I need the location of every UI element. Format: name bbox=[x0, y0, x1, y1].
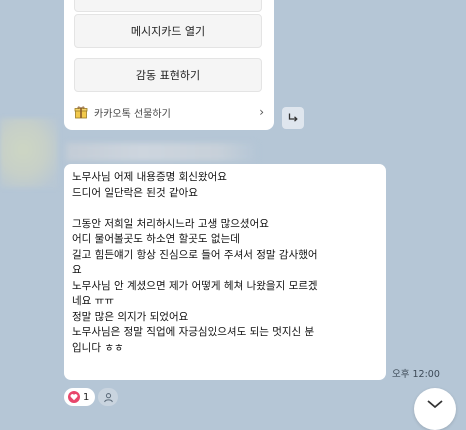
open-message-card-button[interactable]: 메시지카드 열기 bbox=[74, 14, 262, 48]
message-line: 어디 물어볼곳도 하소연 할곳도 없는데 bbox=[72, 233, 240, 245]
message-line: 노무사님은 정말 직업에 자긍심있으셔도 되는 멋지신 분 bbox=[72, 326, 315, 338]
share-button[interactable] bbox=[282, 107, 304, 129]
message-line: 요 bbox=[72, 264, 82, 276]
express-thanks-button[interactable]: 감동 표현하기 bbox=[74, 58, 262, 92]
scroll-to-bottom-button[interactable] bbox=[414, 388, 456, 430]
sender-name-blurred bbox=[66, 143, 256, 161]
kakao-gift-link[interactable]: 카카오톡 선물하기 › bbox=[74, 102, 264, 122]
share-arrow-icon bbox=[288, 113, 298, 122]
sender-avatar[interactable] bbox=[0, 118, 58, 188]
express-thanks-label: 감동 표현하기 bbox=[135, 69, 201, 82]
message-line: 노무사님 안 계셨으면 제가 어떻게 헤쳐 나왔을지 모르겠 bbox=[72, 279, 318, 292]
add-reaction-button[interactable] bbox=[98, 388, 118, 406]
message-line: 입니다 ㅎㅎ bbox=[72, 341, 124, 354]
message-line: 드디어 일단락은 된것 같아요 bbox=[72, 186, 198, 199]
message-line: 노무사님 어제 내용증명 회신왔어요 bbox=[72, 171, 227, 183]
message-line: 그동안 저희일 처리하시느라 고생 많으셨어요 bbox=[72, 217, 269, 230]
heart-icon bbox=[68, 391, 80, 403]
message-line: 네요 ㅠㅠ bbox=[72, 295, 114, 307]
message-line bbox=[72, 356, 378, 372]
person-icon bbox=[103, 392, 113, 402]
message-line bbox=[72, 201, 378, 217]
heart-reaction-badge[interactable]: 1 bbox=[64, 388, 96, 406]
card-top-button-cutoff[interactable] bbox=[74, 0, 262, 12]
message-line: 길고 힘든얘기 항상 진심으로 들어 주셔서 정말 감사했어 bbox=[72, 248, 318, 261]
open-message-card-label: 메시지카드 열기 bbox=[130, 25, 206, 38]
gift-box-icon bbox=[74, 106, 88, 119]
chevron-right-icon: › bbox=[259, 105, 264, 119]
kakao-gift-label: 카카오톡 선물하기 bbox=[94, 108, 171, 120]
gift-message-card: 메시지카드 열기 감동 표현하기 카카오톡 선물하기 › bbox=[64, 0, 274, 130]
message-bubble[interactable]: 노무사님 어제 내용증명 회신왔어요 드디어 일단락은 된것 같아요 그동안 저… bbox=[64, 164, 386, 380]
reaction-count: 1 bbox=[83, 391, 90, 403]
message-timestamp: 오후 12:00 bbox=[392, 369, 440, 380]
message-line: 정말 많은 의지가 되었어요 bbox=[72, 310, 189, 323]
chevron-down-icon bbox=[427, 400, 443, 409]
